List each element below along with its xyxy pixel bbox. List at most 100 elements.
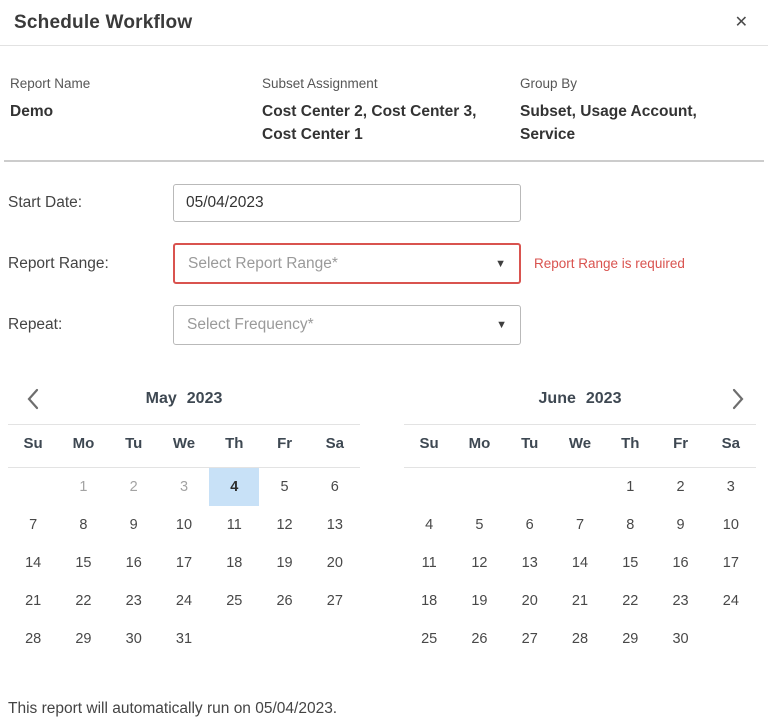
calendar-day[interactable]: 29 [605, 620, 655, 658]
calendar-day[interactable]: 8 [605, 506, 655, 544]
report-name-value: Demo [10, 100, 250, 123]
calendar-day[interactable]: 8 [58, 506, 108, 544]
next-month-button[interactable] [724, 384, 752, 414]
report-range-error-text: Report Range is required [534, 256, 685, 271]
subset-assignment-label: Subset Assignment [262, 76, 508, 91]
calendar-day[interactable]: 24 [159, 582, 209, 620]
calendar-day[interactable]: 9 [655, 506, 705, 544]
calendar-day[interactable]: 20 [505, 582, 555, 620]
calendar-day[interactable]: 14 [8, 544, 58, 582]
page-title: Schedule Workflow [14, 12, 192, 34]
report-range-dropdown[interactable]: Select Report Range* ▼ [173, 243, 521, 284]
day-header: Tu [109, 435, 159, 452]
calendar-day[interactable]: 19 [259, 544, 309, 582]
calendar-day-empty [555, 468, 605, 506]
calendar-day[interactable]: 30 [109, 620, 159, 658]
calendar-day[interactable]: 28 [8, 620, 58, 658]
calendar-day[interactable]: 12 [259, 506, 309, 544]
calendar-day[interactable]: 21 [555, 582, 605, 620]
calendar-day[interactable]: 7 [8, 506, 58, 544]
calendar-day[interactable]: 31 [159, 620, 209, 658]
calendar-day[interactable]: 18 [209, 544, 259, 582]
calendar-day[interactable]: 12 [454, 544, 504, 582]
chevron-down-icon: ▼ [496, 319, 507, 331]
calendar-day-empty [8, 468, 58, 506]
calendar-day[interactable]: 7 [555, 506, 605, 544]
calendar-day[interactable]: 19 [454, 582, 504, 620]
calendar-day[interactable]: 1 [605, 468, 655, 506]
calendar-day[interactable]: 3 [159, 468, 209, 506]
calendar-day[interactable]: 23 [655, 582, 705, 620]
calendar-day[interactable]: 25 [209, 582, 259, 620]
calendar-day[interactable]: 11 [209, 506, 259, 544]
calendar-day[interactable]: 10 [706, 506, 756, 544]
calendar-june-header: June2023 [404, 379, 756, 419]
calendar-day[interactable]: 4 [404, 506, 454, 544]
start-date-input[interactable] [173, 184, 521, 222]
day-header: Sa [706, 435, 756, 452]
year-label: 2023 [187, 390, 223, 407]
calendar-day[interactable]: 22 [605, 582, 655, 620]
calendar-day[interactable]: 2 [655, 468, 705, 506]
calendar-day[interactable]: 25 [404, 620, 454, 658]
subset-assignment-column: Subset Assignment Cost Center 2, Cost Ce… [262, 76, 520, 146]
calendar-day-empty [505, 468, 555, 506]
calendar-day[interactable]: 28 [555, 620, 605, 658]
calendar-day[interactable]: 2 [109, 468, 159, 506]
calendar-day[interactable]: 30 [655, 620, 705, 658]
calendar-day[interactable]: 13 [310, 506, 360, 544]
calendar-day[interactable]: 3 [706, 468, 756, 506]
calendar-day[interactable]: 26 [259, 582, 309, 620]
calendar-day[interactable]: 27 [505, 620, 555, 658]
close-button[interactable]: ✕ [731, 11, 752, 35]
calendar-day[interactable]: 1 [58, 468, 108, 506]
day-header: Sa [310, 435, 360, 452]
calendar-day[interactable]: 16 [655, 544, 705, 582]
calendar-day[interactable]: 13 [505, 544, 555, 582]
month-label: May [146, 390, 177, 407]
calendar-day[interactable]: 6 [310, 468, 360, 506]
repeat-placeholder: Select Frequency* [187, 316, 314, 334]
calendar-month-title: May 2023 [146, 390, 223, 408]
month-label: June [539, 390, 576, 407]
calendar-day[interactable]: 14 [555, 544, 605, 582]
calendar-day[interactable]: 24 [706, 582, 756, 620]
repeat-dropdown[interactable]: Select Frequency* ▼ [173, 305, 521, 345]
calendar-day[interactable]: 17 [706, 544, 756, 582]
auto-run-note: This report will automatically run on 05… [8, 700, 768, 718]
report-range-label: Report Range: [8, 255, 173, 273]
calendar-day[interactable]: 15 [605, 544, 655, 582]
calendar-day[interactable]: 26 [454, 620, 504, 658]
calendar-day-empty [310, 620, 360, 658]
day-headers-row: SuMoTuWeThFrSa [404, 425, 756, 462]
calendar-day[interactable]: 27 [310, 582, 360, 620]
day-header: Fr [259, 435, 309, 452]
calendar-day[interactable]: 15 [58, 544, 108, 582]
previous-month-button[interactable] [18, 384, 46, 414]
day-header: Su [404, 435, 454, 452]
calendar-day[interactable]: 5 [259, 468, 309, 506]
report-name-column: Report Name Demo [10, 76, 262, 146]
start-date-label: Start Date: [8, 194, 173, 212]
calendar-section: May2023 SuMoTuWeThFrSa 12345678910111213… [0, 379, 768, 658]
calendar-day[interactable]: 11 [404, 544, 454, 582]
calendar-day[interactable]: 17 [159, 544, 209, 582]
calendar-day[interactable]: 22 [58, 582, 108, 620]
calendar-may-header: May 2023 [8, 379, 360, 419]
report-range-row: Report Range: Select Report Range* ▼ Rep… [8, 243, 768, 284]
calendar-day[interactable]: 9 [109, 506, 159, 544]
close-icon: ✕ [735, 14, 748, 31]
calendar-day-empty [706, 620, 756, 658]
calendar-day[interactable]: 6 [505, 506, 555, 544]
calendar-day[interactable]: 5 [454, 506, 504, 544]
calendar-day[interactable]: 21 [8, 582, 58, 620]
calendar-day[interactable]: 20 [310, 544, 360, 582]
calendar-day[interactable]: 18 [404, 582, 454, 620]
calendar-day[interactable]: 16 [109, 544, 159, 582]
calendar-day[interactable]: 29 [58, 620, 108, 658]
calendar-day[interactable]: 23 [109, 582, 159, 620]
calendar-day[interactable]: 4 [209, 468, 259, 506]
modal-header: Schedule Workflow ✕ [0, 0, 768, 46]
calendar-day-grid: 1234567891011121314151617181920212223242… [404, 468, 756, 658]
calendar-day[interactable]: 10 [159, 506, 209, 544]
